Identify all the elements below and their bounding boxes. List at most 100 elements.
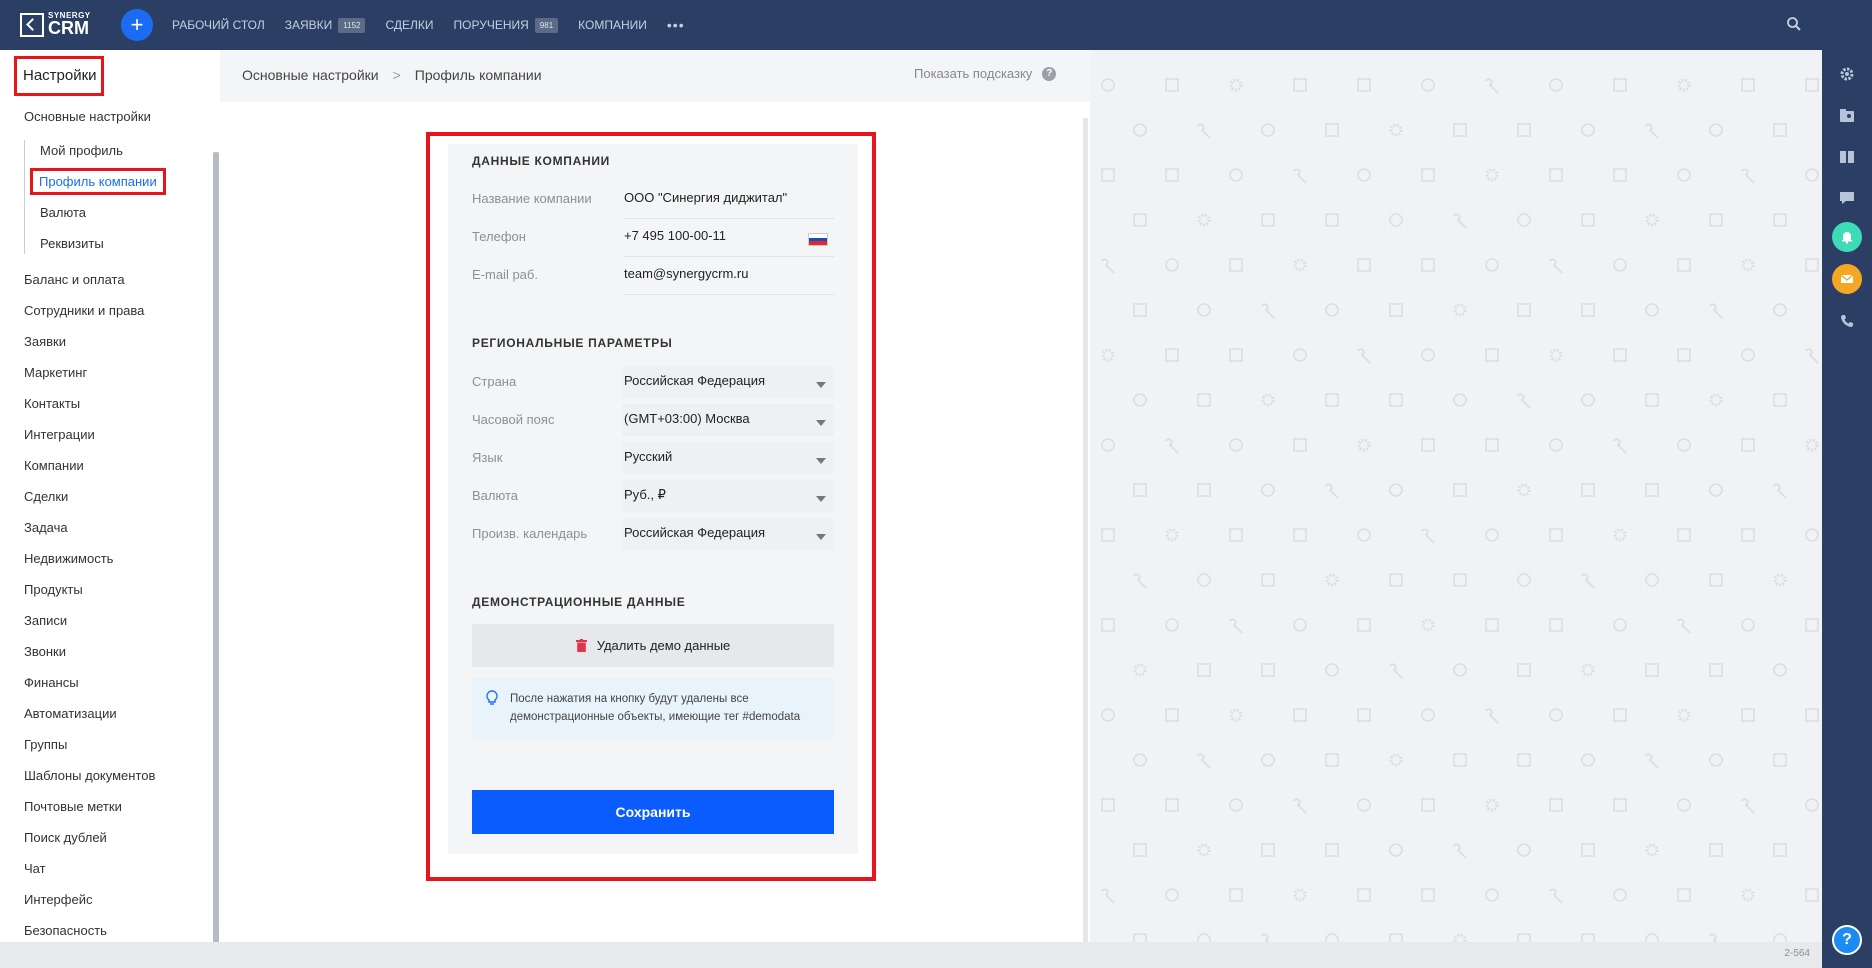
sidebar-sub-company-profile[interactable]: Профиль компании — [30, 168, 166, 195]
sidebar-item-doc-templates[interactable]: Шаблоны документов — [24, 768, 155, 783]
nav-label: ЗАЯВКИ — [284, 18, 333, 32]
sidebar-item-realty[interactable]: Недвижимость — [24, 551, 113, 566]
logo-mark-icon — [20, 12, 44, 37]
language-value: Русский — [624, 449, 673, 464]
chevron-down-icon — [816, 458, 826, 464]
gear-icon[interactable] — [1835, 62, 1859, 86]
save-button[interactable]: Сохранить — [472, 790, 834, 834]
info-text-line1: После нажатия на кнопку будут удалены вс… — [510, 693, 749, 705]
mail-icon[interactable] — [1832, 264, 1862, 294]
chevron-down-icon — [816, 496, 826, 502]
count-badge: 981 — [534, 17, 559, 33]
sidebar-item-marketing[interactable]: Маркетинг — [24, 365, 87, 380]
sidebar-item-calls[interactable]: Звонки — [24, 644, 66, 659]
contact-card-icon[interactable] — [1835, 104, 1859, 128]
more-menu-icon[interactable]: ••• — [667, 17, 685, 33]
search-icon[interactable] — [1786, 16, 1802, 37]
currency-value: Руб., ₽ — [624, 487, 666, 502]
main-nav: РАБОЧИЙ СТОЛ ЗАЯВКИ 1152 СДЕЛКИ ПОРУЧЕНИЯ… — [172, 0, 685, 50]
company-name-field[interactable]: ООО "Синергия диджитал" — [624, 190, 787, 205]
chat-icon[interactable] — [1835, 186, 1859, 210]
sidebar-item-chat[interactable]: Чат — [24, 861, 46, 876]
add-button[interactable]: + — [121, 9, 153, 41]
calendar-value: Российская Федерация — [624, 525, 766, 540]
sidebar-item-deals[interactable]: Сделки — [24, 489, 68, 504]
company-name-row: Название компании ООО "Синергия диджитал… — [472, 181, 834, 219]
language-row: Язык Русский — [472, 440, 834, 478]
phone-field[interactable]: +7 495 100-00-11 — [624, 228, 726, 243]
chevron-down-icon — [816, 382, 826, 388]
sidebar-item-groups[interactable]: Группы — [24, 737, 67, 752]
background-pattern — [1090, 50, 1822, 942]
field-label: Валюта — [472, 488, 518, 503]
logo[interactable]: SYNERGY CRM — [20, 12, 91, 37]
sidebar-item-products[interactable]: Продукты — [24, 582, 83, 597]
show-hint-button[interactable]: Показать подсказку ? — [914, 66, 1057, 81]
timezone-value: (GMT+03:00) Москва — [624, 411, 750, 426]
sidebar-item-main-settings[interactable]: Основные настройки — [24, 109, 151, 124]
sidebar-scrollbar[interactable] — [213, 152, 219, 952]
field-label: Язык — [472, 450, 503, 465]
breadcrumb-root[interactable]: Основные настройки — [242, 67, 379, 83]
sidebar-item-mail-tags[interactable]: Почтовые метки — [24, 799, 122, 814]
book-icon[interactable] — [1835, 145, 1859, 169]
section-title-demo: ДЕМОНСТРАЦИОННЫЕ ДАННЫЕ — [472, 595, 686, 609]
question-icon: ? — [1042, 66, 1057, 81]
email-row: E-mail раб. team@synergycrm.ru — [472, 257, 834, 295]
demo-info-box: После нажатия на кнопку будут удалены вс… — [472, 678, 834, 739]
sidebar-item-interface[interactable]: Интерфейс — [24, 892, 92, 907]
sidebar-item-records[interactable]: Записи — [24, 613, 67, 628]
sidebar-sub-currency[interactable]: Валюта — [40, 205, 86, 220]
sidebar-item-security[interactable]: Безопасность — [24, 923, 107, 938]
field-label: Страна — [472, 374, 517, 389]
email-field[interactable]: team@synergycrm.ru — [624, 266, 748, 281]
sidebar-item-duplicates[interactable]: Поиск дублей — [24, 830, 107, 845]
sidebar-item-requests[interactable]: Заявки — [24, 334, 66, 349]
sidebar-item-companies[interactable]: Компании — [24, 458, 84, 473]
breadcrumb-separator: > — [392, 67, 401, 83]
sidebar-item-integrations[interactable]: Интеграции — [24, 427, 95, 442]
sidebar-item-balance[interactable]: Баланс и оплата — [24, 272, 125, 287]
field-label: E-mail раб. — [472, 267, 538, 282]
bell-icon[interactable] — [1832, 222, 1862, 252]
sidebar-sub-requisites[interactable]: Реквизиты — [40, 236, 104, 251]
phone-icon[interactable] — [1835, 309, 1859, 333]
sidebar-item-task[interactable]: Задача — [24, 520, 68, 535]
field-label: Телефон — [472, 229, 526, 244]
sidebar-item-automation[interactable]: Автоматизации — [24, 706, 117, 721]
delete-demo-button[interactable]: Удалить демо данные — [472, 624, 834, 667]
nav-item-requests[interactable]: ЗАЯВКИ 1152 — [284, 17, 366, 33]
nav-item-tasks[interactable]: ПОРУЧЕНИЯ 981 — [453, 17, 559, 33]
content-scrollbar[interactable] — [1083, 118, 1088, 942]
count-badge: 1152 — [338, 17, 366, 33]
plus-icon: + — [130, 12, 144, 37]
pattern-icons — [1101, 78, 1819, 942]
nav-label: ПОРУЧЕНИЯ — [453, 18, 529, 32]
sidebar-item-contacts[interactable]: Контакты — [24, 396, 80, 411]
nav-label: РАБОЧИЙ СТОЛ — [172, 18, 265, 32]
chevron-down-icon — [816, 534, 826, 540]
top-navbar: SYNERGY CRM + РАБОЧИЙ СТОЛ ЗАЯВКИ 1152 СД… — [0, 0, 1866, 50]
sidebar-sub-my-profile[interactable]: Мой профиль — [40, 143, 123, 158]
russia-flag-icon[interactable] — [808, 233, 828, 246]
breadcrumb: Основные настройки > Профиль компании — [242, 67, 542, 83]
country-row: Страна Российская Федерация — [472, 364, 834, 402]
chevron-down-icon — [816, 420, 826, 426]
help-button[interactable]: ? — [1832, 925, 1862, 955]
section-title-company: ДАННЫЕ КОМПАНИИ — [472, 154, 610, 168]
content-header: Основные настройки > Профиль компании По… — [220, 50, 1090, 102]
field-label: Часовой пояс — [472, 412, 555, 427]
trash-icon — [575, 639, 587, 652]
info-text-line2: демонстрационные объекты, имеющие тег #d… — [510, 711, 801, 723]
nav-item-companies[interactable]: КОМПАНИИ — [578, 18, 647, 32]
logo-big-text: CRM — [48, 18, 89, 38]
hint-label: Показать подсказку — [914, 66, 1033, 81]
nav-label: СДЕЛКИ — [385, 18, 434, 32]
nav-item-desktop[interactable]: РАБОЧИЙ СТОЛ — [172, 18, 265, 32]
sidebar-item-finance[interactable]: Финансы — [24, 675, 79, 690]
currency-row: Валюта Руб., ₽ — [472, 478, 834, 516]
submenu-divider — [24, 140, 25, 254]
nav-item-deals[interactable]: СДЕЛКИ — [385, 18, 433, 32]
delete-demo-label: Удалить демо данные — [596, 638, 731, 653]
sidebar-item-employees[interactable]: Сотрудники и права — [24, 303, 144, 318]
